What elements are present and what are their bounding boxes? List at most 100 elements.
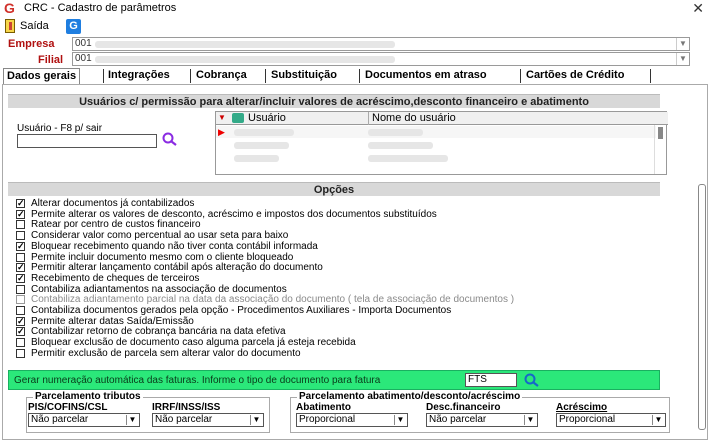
grid-header: ▼ Usuário Nome do usuário xyxy=(216,112,668,125)
tab-separator xyxy=(265,69,266,83)
option-checkbox[interactable]: ✓ xyxy=(16,263,25,273)
filial-value: 001 xyxy=(75,53,92,64)
grid-scroll-thumb[interactable] xyxy=(658,127,663,139)
filial-field[interactable]: 001 ▼ xyxy=(72,52,690,66)
option-label: Contabiliza documentos gerados pela opçã… xyxy=(31,305,452,316)
chevron-down-icon[interactable]: ▼ xyxy=(676,53,689,65)
option-checkbox[interactable] xyxy=(16,348,25,358)
grid-scrollbar[interactable] xyxy=(654,125,666,174)
options-section-header: Opções xyxy=(8,182,660,196)
option-checkbox[interactable] xyxy=(16,284,25,294)
option-label: Considerar valor como percentual ao usar… xyxy=(31,230,289,242)
irrf-select[interactable]: Não parcelar ▼ xyxy=(152,413,264,427)
option-checkbox[interactable]: ✓ xyxy=(16,327,25,337)
empresa-field[interactable]: 001 ▼ xyxy=(72,37,690,51)
toolbar: Saída G xyxy=(0,17,712,36)
pis-label: PIS/COFINS/CSL xyxy=(28,402,108,413)
crc-app-icon: G xyxy=(4,0,15,16)
tab-substituicao[interactable]: Substituição xyxy=(268,68,340,84)
option-label: Contabiliza adiantamentos na associação … xyxy=(31,283,287,295)
irrf-value: Não parcelar xyxy=(155,414,213,425)
window-title: CRC - Cadastro de parâmetros xyxy=(24,2,177,14)
option-checkbox[interactable]: ✓ xyxy=(16,273,25,283)
option-checkbox[interactable]: ✓ xyxy=(16,209,25,219)
user-input[interactable] xyxy=(17,134,157,148)
empresa-label: Empresa xyxy=(8,38,55,50)
option-checkbox[interactable] xyxy=(16,252,25,262)
irrf-label: IRRF/INSS/ISS xyxy=(152,402,221,413)
chevron-down-icon[interactable]: ▼ xyxy=(126,415,138,425)
chevron-down-icon[interactable]: ▼ xyxy=(394,415,406,425)
desc-financeiro-label: Desc.financeiro xyxy=(426,402,501,413)
grid-col-name[interactable]: Nome do usuário xyxy=(368,112,456,125)
desc-financeiro-value: Não parcelar xyxy=(429,414,487,425)
title-bar: G CRC - Cadastro de parâmetros ✕ xyxy=(0,0,712,17)
empresa-value: 001 xyxy=(75,38,92,49)
chevron-down-icon[interactable]: ▼ xyxy=(652,415,664,425)
option-checkbox[interactable]: ✓ xyxy=(16,241,25,251)
doc-type-input[interactable]: FTS xyxy=(465,373,517,387)
empresa-redacted xyxy=(95,41,395,48)
tab-cobranca[interactable]: Cobrança xyxy=(193,68,250,84)
tab-strip: Dados gerais Integrações Cobrança Substi… xyxy=(0,68,712,84)
redacted-cell xyxy=(234,142,289,149)
option-checkbox[interactable] xyxy=(16,338,25,348)
vertical-scrollbar[interactable] xyxy=(695,88,709,436)
chevron-down-icon[interactable]: ▼ xyxy=(676,38,689,50)
exit-button[interactable]: Saída xyxy=(20,20,49,32)
acrescimo-label: Acréscimo xyxy=(556,402,608,413)
option-checkbox[interactable]: ✓ xyxy=(16,199,25,208)
option-checkbox[interactable] xyxy=(16,306,25,315)
option-label: Permitir alterar lançamento contábil apó… xyxy=(31,262,323,274)
option-label: Recebimento de cheques de terceiros xyxy=(31,272,200,284)
option-label: Bloquear exclusão de documento caso algu… xyxy=(31,337,356,349)
redacted-cell xyxy=(368,142,433,149)
pis-select[interactable]: Não parcelar ▼ xyxy=(28,413,140,427)
g-badge-icon[interactable]: G xyxy=(66,19,81,34)
grid-col-user[interactable]: Usuário xyxy=(248,112,286,124)
chevron-down-icon[interactable]: ▼ xyxy=(250,415,262,425)
scrollbar-thumb[interactable] xyxy=(698,184,706,430)
users-grid[interactable]: ▼ Usuário Nome do usuário ▶ xyxy=(215,111,668,175)
tab-dados-gerais[interactable]: Dados gerais xyxy=(3,68,81,84)
option-checkbox[interactable] xyxy=(16,231,25,241)
redacted-cell xyxy=(234,155,279,162)
chevron-down-icon[interactable]: ▼ xyxy=(524,415,536,425)
tab-separator xyxy=(650,69,651,83)
tab-separator xyxy=(520,69,521,83)
option-label: Permite alterar os valores de desconto, … xyxy=(31,208,437,220)
desc-financeiro-select[interactable]: Não parcelar ▼ xyxy=(426,413,538,427)
option-label: Permite incluir documento mesmo com o cl… xyxy=(31,251,294,263)
option-checkbox[interactable]: ✓ xyxy=(16,316,25,326)
abatimento-label: Abatimento xyxy=(296,402,351,413)
option-label: Alterar documentos já contabilizados xyxy=(31,198,195,209)
search-icon[interactable] xyxy=(161,131,179,147)
exit-door-icon[interactable] xyxy=(5,19,15,33)
abatimento-select[interactable]: Proporcional ▼ xyxy=(296,413,408,427)
redacted-cell xyxy=(368,129,423,136)
user-field-label: Usuário - F8 p/ sair xyxy=(17,123,103,134)
tab-cartoes-de-credito[interactable]: Cartões de Crédito xyxy=(523,68,627,84)
acrescimo-select[interactable]: Proporcional ▼ xyxy=(556,413,666,427)
option-label: Contabilizar retorno de cobrança bancári… xyxy=(31,326,286,338)
close-icon[interactable]: ✕ xyxy=(692,0,704,17)
users-section-header: Usuários c/ permissão para alterar/inclu… xyxy=(8,94,660,108)
option-checkbox[interactable] xyxy=(16,295,25,305)
filial-redacted xyxy=(95,56,395,63)
tab-documentos-em-atraso[interactable]: Documentos em atraso xyxy=(362,68,490,84)
option-checkbox[interactable] xyxy=(16,220,25,230)
tab-integracoes[interactable]: Integrações xyxy=(105,68,173,84)
search-icon[interactable] xyxy=(523,372,541,388)
redacted-cell xyxy=(234,129,294,136)
option-label: Permite alterar datas Saída/Emissão xyxy=(31,315,194,327)
table-row[interactable] xyxy=(216,152,656,164)
option-label: Contabiliza adiantamento parcial na data… xyxy=(31,294,515,306)
filial-label: Filial xyxy=(38,54,64,66)
abatimento-value: Proporcional xyxy=(299,414,356,425)
table-row[interactable]: ▶ xyxy=(216,126,656,138)
pis-value: Não parcelar xyxy=(31,414,89,425)
table-row[interactable] xyxy=(216,139,656,151)
sort-marker-icon[interactable]: ▼ xyxy=(218,113,226,122)
invoice-numbering-text: Gerar numeração automática das faturas. … xyxy=(14,375,381,386)
option-label: Bloquear recebimento quando não tiver co… xyxy=(31,240,318,252)
